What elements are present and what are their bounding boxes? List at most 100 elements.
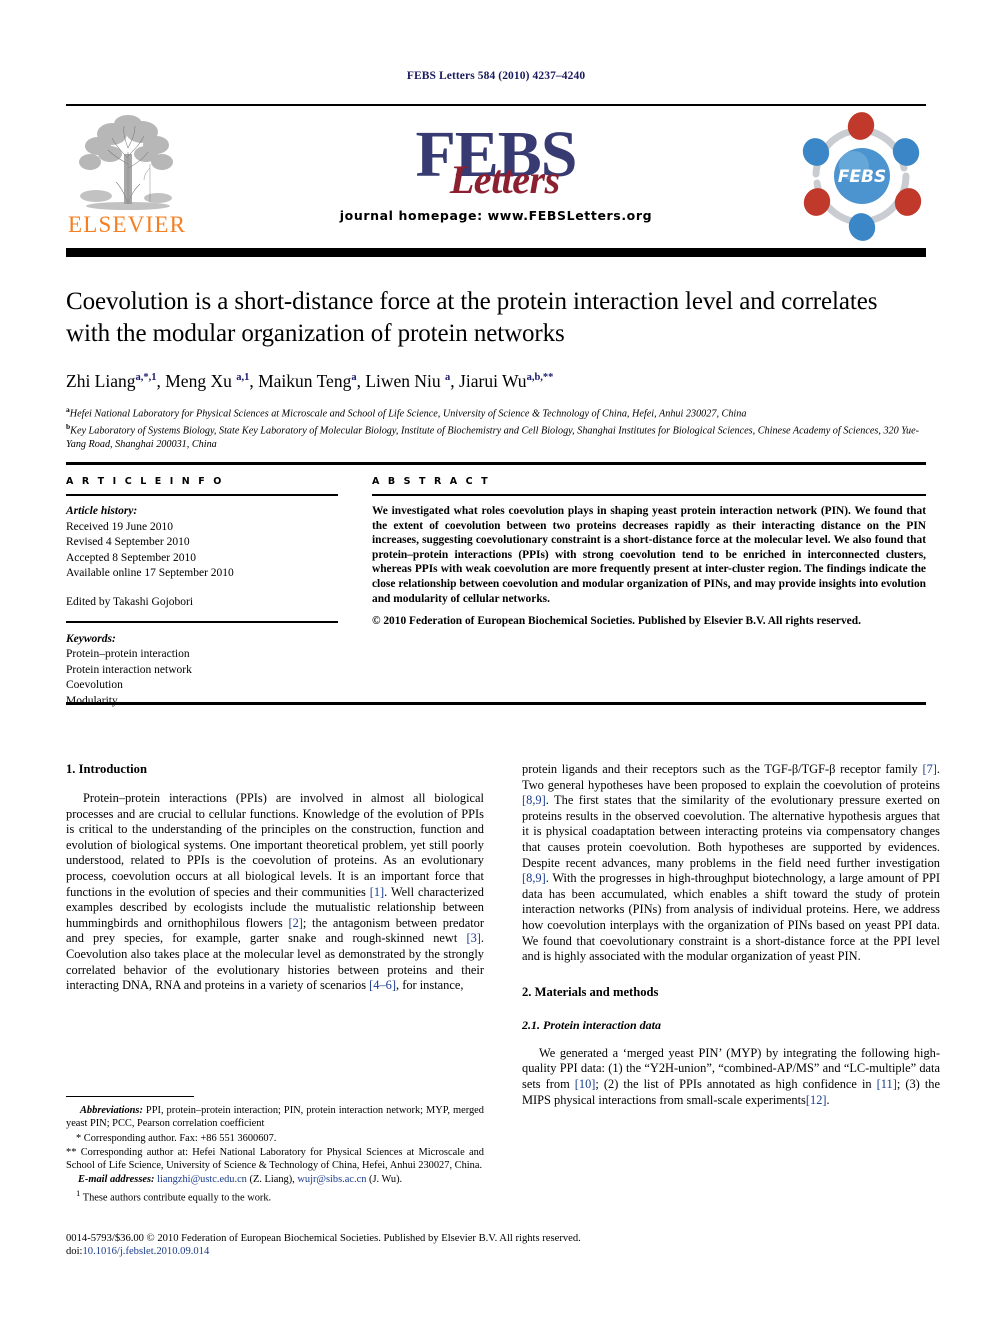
citation-ref[interactable]: [7] xyxy=(922,762,936,776)
article-info-heading: A R T I C L E I N F O xyxy=(66,476,224,487)
paragraph-text: . With the progresses in high-throughput… xyxy=(522,871,940,964)
title-block: Coevolution is a short-distance force at… xyxy=(66,286,926,451)
affiliation-item: aHefei National Laboratory for Physical … xyxy=(66,403,926,421)
running-head: FEBS Letters 584 (2010) 4237–4240 xyxy=(406,70,586,82)
author-name: Maikun Teng xyxy=(258,370,352,391)
article-body: 1. Introduction Protein–protein interact… xyxy=(66,762,940,1118)
history-revised: Revised 4 September 2010 xyxy=(66,536,190,548)
keyword-item: Protein–protein interaction xyxy=(66,648,190,660)
introduction-continued-paragraph: protein ligands and their receptors such… xyxy=(522,762,940,965)
author-name: Jiarui Wu xyxy=(459,370,527,391)
body-column-left: 1. Introduction Protein–protein interact… xyxy=(66,762,484,1118)
elsevier-wordmark: ELSEVIER xyxy=(68,212,187,237)
author-affil-marker: a,1 xyxy=(236,372,250,383)
footnote-text: Corresponding author. Fax: +86 551 36006… xyxy=(81,1132,277,1144)
footnote-rule xyxy=(66,1096,194,1098)
author-name: Meng Xu xyxy=(165,370,232,391)
section-heading-introduction: 1. Introduction xyxy=(66,762,147,776)
email-attribution: (Z. Liang), xyxy=(246,1174,298,1186)
history-available-online: Available online 17 September 2010 xyxy=(66,567,234,579)
article-info-rule xyxy=(66,494,338,496)
imprint-block: 0014-5793/$36.00 © 2010 Federation of Eu… xyxy=(66,1232,766,1259)
author-affil-marker: a xyxy=(351,372,357,383)
info-abstract-region: A R T I C L E I N F O Article history: R… xyxy=(66,476,926,709)
abstract-copyright: © 2010 Federation of European Biochemica… xyxy=(372,615,861,628)
page-title: Coevolution is a short-distance force at… xyxy=(66,288,878,347)
author-affil-marker: a xyxy=(445,372,451,383)
citation-ref[interactable]: [10] xyxy=(575,1077,596,1091)
keyword-item: Protein interaction network xyxy=(66,663,192,676)
paragraph-text: protein ligands and their receptors such… xyxy=(522,762,923,776)
footnote-corresponding-author-2: ** Corresponding author at: Hefei Nation… xyxy=(66,1146,484,1172)
keywords-rule xyxy=(66,621,338,623)
email-attribution: (J. Wu). xyxy=(366,1174,403,1186)
masthead-top-rule xyxy=(66,104,926,106)
section-heading-materials-methods: 2. Materials and methods xyxy=(522,984,659,999)
febs-wordmark-script: Letters xyxy=(449,157,560,202)
footnote-emails: E-mail addresses: liangzhi@ustc.edu.cn (… xyxy=(66,1173,484,1186)
elsevier-logo: ELSEVIER xyxy=(66,112,187,244)
body-column-right: protein ligands and their receptors such… xyxy=(522,762,940,1118)
author-affil-marker: a,b,** xyxy=(526,372,554,383)
author-affil-marker: a,*,1 xyxy=(135,372,157,383)
citation-ref[interactable]: [11] xyxy=(877,1077,897,1091)
footnote-text: Corresponding author at: Hefei National … xyxy=(66,1146,484,1171)
imprint-doi-line: doi:10.1016/j.febslet.2010.09.014 xyxy=(66,1245,766,1258)
abstract-rule xyxy=(372,494,926,496)
abbreviations-label: Abbreviations: xyxy=(80,1105,143,1117)
paragraph-text: ; (2) the list of PPIs annotated as high… xyxy=(595,1076,877,1091)
history-received: Received 19 June 2010 xyxy=(66,520,173,533)
introduction-paragraph: Protein–protein interactions (PPIs) are … xyxy=(66,791,484,994)
citation-ref[interactable]: [8,9] xyxy=(522,793,546,807)
febs-society-logo: FEBS xyxy=(802,112,922,241)
footnote-corresponding-author-1: * Corresponding author. Fax: +86 551 360… xyxy=(66,1132,484,1145)
methods-paragraph: We generated a ‘merged yeast PIN’ (MYP) … xyxy=(522,1046,940,1108)
abstract-text: We investigated what roles coevolution p… xyxy=(372,505,926,605)
citation-ref[interactable]: [12] xyxy=(806,1093,827,1107)
affiliation-text: Key Laboratory of Systems Biology, State… xyxy=(66,425,920,451)
citation-ref[interactable]: [2] xyxy=(288,916,302,930)
journal-masthead: ELSEVIER FEBS Letters journal homepage: … xyxy=(66,110,926,246)
email-link-liang[interactable]: liangzhi@ustc.edu.cn xyxy=(157,1174,247,1185)
paragraph-text: . The first states that the similarity o… xyxy=(522,793,940,870)
paragraph-text: Protein–protein interactions (PPIs) are … xyxy=(66,791,484,899)
footnote-abbreviations: Abbreviations: PPI, protein–protein inte… xyxy=(66,1104,484,1130)
abstract-heading: A B S T R A C T xyxy=(372,476,491,487)
author-name: Zhi Liang xyxy=(66,370,136,391)
email-label: E-mail addresses: xyxy=(78,1174,155,1186)
febs-letters-wordmark: FEBS Letters journal homepage: www.FEBSL… xyxy=(331,116,661,223)
citation-ref[interactable]: [8,9] xyxy=(522,871,546,885)
imprint-copyright: 0014-5793/$36.00 © 2010 Federation of Eu… xyxy=(66,1233,581,1244)
citation-ref[interactable]: [1] xyxy=(370,885,384,899)
febs-logo-text: FEBS xyxy=(838,167,886,187)
footnote-equal-contribution: 1 These authors contribute equally to th… xyxy=(66,1187,484,1205)
email-link-wu[interactable]: wujr@sibs.ac.cn xyxy=(297,1174,366,1185)
keywords-label: Keywords: xyxy=(66,632,116,645)
author-name: Liwen Niu xyxy=(365,370,441,391)
doi-label: doi: xyxy=(66,1246,83,1258)
subsection-heading-protein-interaction-data: 2.1. Protein interaction data xyxy=(522,1017,662,1032)
affiliation-item: bKey Laboratory of Systems Biology, Stat… xyxy=(66,420,926,451)
title-bottom-rule xyxy=(66,462,926,465)
abstract-column: A B S T R A C T We investigated what rol… xyxy=(372,476,926,709)
author-list: Zhi Lianga,*,1, Meng Xu a,1, Maikun Teng… xyxy=(66,370,554,391)
footnote-text: These authors contribute equally to the … xyxy=(80,1192,272,1204)
journal-homepage-link[interactable]: journal homepage: www.FEBSLetters.org xyxy=(331,208,661,223)
footnotes: Abbreviations: PPI, protein–protein inte… xyxy=(66,1096,484,1206)
keyword-item: Coevolution xyxy=(66,679,123,691)
paragraph-text: , for instance, xyxy=(396,978,464,993)
doi-link[interactable]: 10.1016/j.febslet.2010.09.014 xyxy=(82,1246,209,1257)
affiliation-text: Hefei National Laboratory for Physical S… xyxy=(69,408,747,420)
article-history-label: Article history: xyxy=(66,505,138,517)
citation-ref[interactable]: [3] xyxy=(466,931,480,945)
affiliation-list: aHefei National Laboratory for Physical … xyxy=(66,403,926,451)
citation-ref[interactable]: [4–6] xyxy=(369,978,396,992)
edited-by: Edited by Takashi Gojobori xyxy=(66,595,194,608)
journal-article-page: FEBS Letters 584 (2010) 4237–4240 ELSEVI… xyxy=(0,0,992,1323)
abstract-bottom-rule xyxy=(66,702,926,705)
masthead-bottom-rule xyxy=(66,248,926,257)
history-accepted: Accepted 8 September 2010 xyxy=(66,551,196,564)
paragraph-text: . xyxy=(826,1092,830,1107)
article-info-column: A R T I C L E I N F O Article history: R… xyxy=(66,476,338,709)
